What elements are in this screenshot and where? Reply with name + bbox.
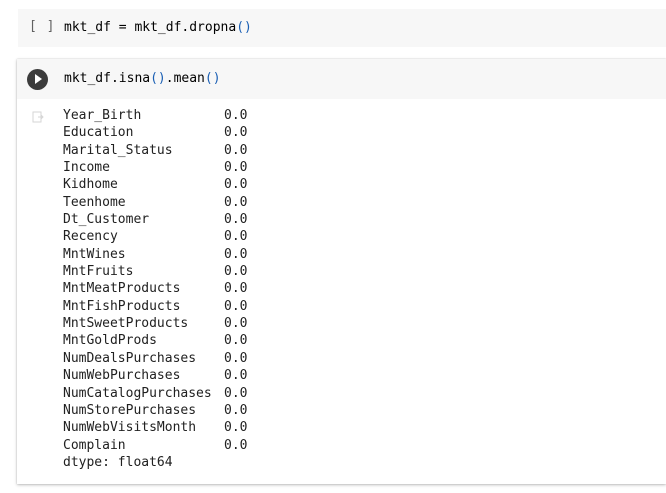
series-index-label: MntFruits <box>63 264 134 280</box>
series-index-label: Dt_Customer <box>63 212 150 228</box>
series-index-label: NumDealsPurchases <box>63 350 197 366</box>
code-text: mkt_df = mkt_df.dropna <box>64 20 237 35</box>
series-value: 0.0 <box>224 385 248 401</box>
code-text: .mean <box>165 71 205 86</box>
code-paren: () <box>150 71 166 86</box>
series-index-label: MntFishProducts <box>63 298 181 314</box>
series-index-label: MntSweetProducts <box>63 316 189 332</box>
code-text: mkt_df.isna <box>64 71 151 86</box>
series-index-label: Complain <box>63 437 126 453</box>
series-value: 0.0 <box>224 350 248 366</box>
series-value: 0.0 <box>224 142 248 158</box>
series-index-label: NumWebPurchases <box>63 368 181 384</box>
notebook-page: [ ] mkt_df = mkt_df.dropna() mkt_df.isna… <box>0 0 666 493</box>
series-value: 0.0 <box>224 229 248 245</box>
series-value: 0.0 <box>224 246 248 262</box>
code-cell-isna-mean: mkt_df.isna().mean() Year_Birth 0.0 Educat… <box>17 59 666 484</box>
series-index-label: Education <box>63 125 134 141</box>
play-circle-icon[interactable] <box>27 69 48 90</box>
series-index-label: Kidhome <box>63 177 118 193</box>
series-index-label: MntWines <box>63 246 126 262</box>
series-value: 0.0 <box>224 333 248 349</box>
code-cell-dropna[interactable]: [ ] mkt_df = mkt_df.dropna() <box>18 9 666 47</box>
series-value: 0.0 <box>224 108 248 123</box>
series-value: 0.0 <box>224 402 248 418</box>
series-value: 0.0 <box>224 437 248 453</box>
series-index-label: Teenhome <box>63 194 126 210</box>
series-index-label: Income <box>63 160 110 176</box>
series-value: 0.0 <box>224 368 248 384</box>
series-value: 0.0 <box>224 125 248 141</box>
series-value: 0.0 <box>224 194 248 210</box>
series-value: 0.0 <box>224 212 248 228</box>
series-index-label: MntGoldProds <box>63 333 157 349</box>
series-value: 0.0 <box>224 298 248 314</box>
series-value: 0.0 <box>224 177 248 193</box>
series-index-label: NumWebVisitsMonth <box>63 420 197 436</box>
series-index-label: NumCatalogPurchases <box>63 385 212 401</box>
series-value: 0.0 <box>224 316 248 332</box>
execution-count-prompt: [ ] <box>29 19 56 34</box>
series-value: 0.0 <box>224 420 248 436</box>
series-index-label: Year_Birth <box>63 108 142 123</box>
code-editor-isna-mean[interactable]: mkt_df.isna().mean() <box>64 71 221 86</box>
series-value: 0.0 <box>224 160 248 176</box>
code-editor-dropna[interactable]: mkt_df = mkt_df.dropna() <box>64 20 252 35</box>
code-paren: () <box>204 71 221 86</box>
series-value: 0.0 <box>224 281 248 297</box>
series-index-label: NumStorePurchases <box>63 402 197 418</box>
cell-input-area[interactable]: mkt_df.isna().mean() <box>17 59 666 99</box>
series-index-label: Recency <box>63 229 118 245</box>
output-arrow-icon[interactable] <box>32 111 44 123</box>
series-value: 0.0 <box>224 264 248 280</box>
series-index-label: MntMeatProducts <box>63 281 181 297</box>
code-paren: () <box>236 20 252 35</box>
series-index-label: Marital_Status <box>63 142 173 158</box>
